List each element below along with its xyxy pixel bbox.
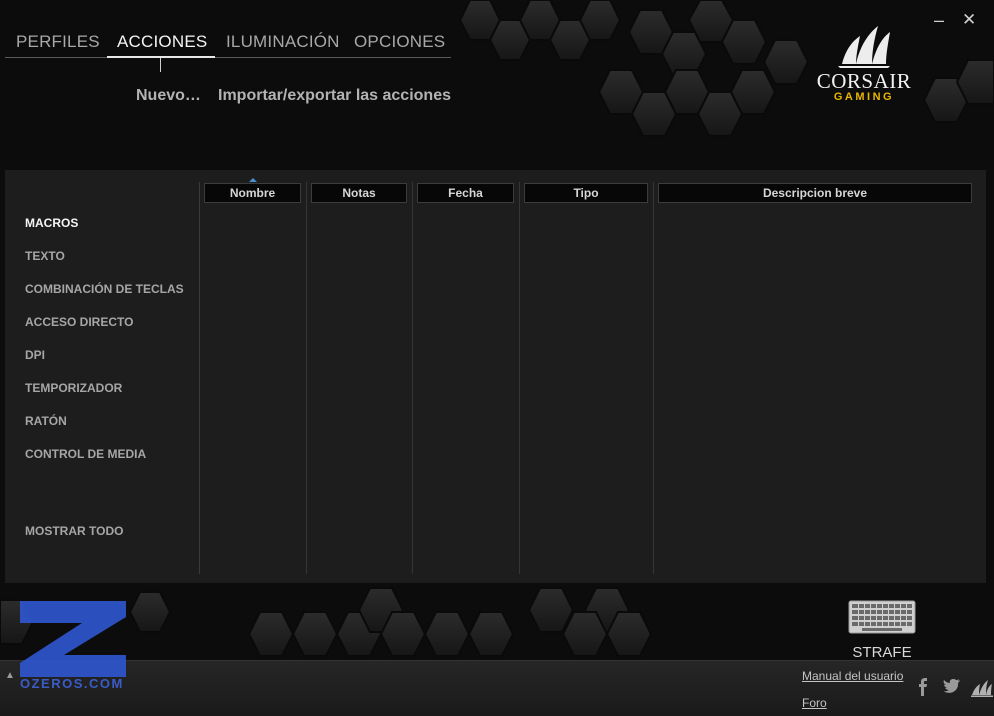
nav-control-de-media[interactable]: CONTROL DE MEDIA	[25, 447, 146, 461]
device-name: STRAFE	[852, 644, 912, 661]
facebook-icon[interactable]	[917, 678, 929, 696]
top-tab-bar: PERFILES ACCIONES ILUMINACIÓN OPCIONES	[5, 32, 451, 58]
nav-acceso-directo[interactable]: ACCESO DIRECTO	[25, 315, 133, 329]
tab-opciones[interactable]: OPCIONES	[354, 32, 445, 58]
active-tab-pointer	[160, 58, 161, 72]
corsair-sails-icon[interactable]	[971, 677, 993, 697]
corsair-sails-logo-icon	[838, 26, 890, 68]
forum-link[interactable]: Foro	[802, 696, 827, 710]
column-header-fecha[interactable]: Fecha	[417, 183, 514, 203]
nav-texto[interactable]: TEXTO	[25, 249, 65, 263]
user-manual-link[interactable]: Manual del usuario	[802, 669, 903, 683]
collapse-arrow-icon[interactable]: ▲	[5, 670, 15, 681]
device-strafe[interactable]: STRAFE	[845, 600, 919, 662]
minimize-button[interactable]: –	[934, 10, 944, 30]
new-action-button[interactable]: Nuevo…	[136, 87, 201, 105]
nav-divider	[199, 182, 200, 574]
active-tab-underline	[107, 56, 215, 58]
import-export-actions-button[interactable]: Importar/exportar las acciones	[218, 87, 451, 105]
keyboard-icon	[848, 600, 916, 634]
nav-dpi[interactable]: DPI	[25, 348, 45, 362]
ozeros-watermark: OZEROS.COM	[18, 601, 128, 693]
watermark-text: OZEROS.COM	[20, 676, 124, 691]
column-header-tipo[interactable]: Tipo	[524, 183, 648, 203]
twitter-icon[interactable]	[943, 678, 961, 694]
tab-iluminacion[interactable]: ILUMINACIÓN	[226, 32, 340, 58]
close-button[interactable]: ✕	[962, 10, 976, 30]
nav-combinacion-de-teclas[interactable]: COMBINACIÓN DE TECLAS	[25, 282, 184, 296]
actions-panel: MACROS TEXTO COMBINACIÓN DE TECLAS ACCES…	[5, 170, 986, 583]
logo-subtitle: GAMING	[833, 91, 895, 103]
tab-acciones[interactable]: ACCIONES	[117, 32, 207, 58]
nav-mostrar-todo[interactable]: MOSTRAR TODO	[25, 524, 123, 538]
column-divider	[653, 182, 654, 574]
sort-ascending-icon	[249, 178, 257, 182]
column-divider	[306, 182, 307, 574]
tab-perfiles[interactable]: PERFILES	[16, 32, 100, 58]
nav-temporizador[interactable]: TEMPORIZADOR	[25, 381, 122, 395]
corsair-gaming-logo: CORSAIR GAMING	[806, 18, 922, 106]
column-divider	[519, 182, 520, 574]
action-type-nav: MACROS TEXTO COMBINACIÓN DE TECLAS ACCES…	[5, 170, 199, 583]
column-header-descripcion-breve[interactable]: Descripcion breve	[658, 183, 972, 203]
column-divider	[412, 182, 413, 574]
nav-macros[interactable]: MACROS	[25, 216, 78, 230]
column-header-nombre[interactable]: Nombre	[204, 183, 301, 203]
nav-raton[interactable]: RATÓN	[25, 414, 67, 428]
column-header-notas[interactable]: Notas	[311, 183, 407, 203]
z-logo-icon	[20, 601, 126, 677]
